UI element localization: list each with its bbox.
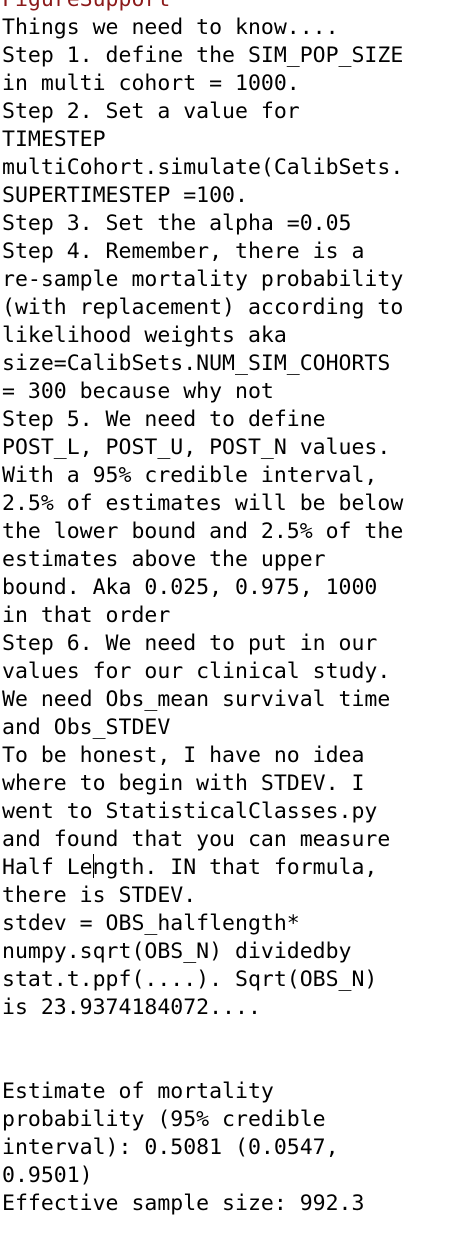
text-line: stat.t.ppf(....). Sqrt(OBS_N) [2,967,378,992]
text-line: Step 1. define the SIM_POP_SIZE [2,43,404,68]
text-line: Step 6. We need to put in our [2,631,378,656]
text-line: size=CalibSets.NUM_SIM_COHORTS [2,351,391,376]
text-line: To be honest, I have no idea [2,743,365,768]
text-after-caret: ngth. IN that formula, [92,855,378,880]
text-line: multiCohort.simulate(CalibSets. [2,155,404,180]
text-line: Step 4. Remember, there is a [2,239,365,264]
text-line: Step 5. We need to define [2,407,326,432]
text-line: 2.5% of estimates will be below [2,491,404,516]
text-line: SUPERTIMESTEP =100. [2,183,248,208]
text-line: With a 95% credible interval, [2,463,378,488]
text-line: values for our clinical study. [2,659,391,684]
text-editor[interactable]: FigureSupport Things we need to know....… [2,0,462,1218]
text-line: and Obs_STDEV [2,715,171,740]
text-line: Effective sample size: 992.3 [2,1191,365,1216]
text-line: there is STDEV. [2,883,197,908]
text-line: Things we need to know.... [2,15,339,40]
text-line: POST_L, POST_U, POST_N values. [2,435,391,460]
text-line: (with replacement) according to [2,295,404,320]
text-line-with-caret: Half Length. IN that formula, [2,854,462,882]
text-line: interval): 0.5081 (0.0547, [2,1135,339,1160]
text-line: 0.9501) [2,1163,93,1188]
text-line: the lower bound and 2.5% of the [2,519,404,544]
text-line: in multi cohort = 1000. [2,71,300,96]
text-line: Step 2. Set a value for [2,99,300,124]
text-line: and found that you can measure [2,827,391,852]
text-line: = 300 because why not [2,379,274,404]
text-line: We need Obs_mean survival time [2,687,391,712]
text-before-caret: Half Le [2,855,93,880]
text-line: likelihood weights aka [2,323,287,348]
text-line: probability (95% credible [2,1107,326,1132]
text-line: bound. Aka 0.025, 0.975, 1000 [2,575,378,600]
text-line: Step 3. Set the alpha =0.05 [2,211,352,236]
text-line: Estimate of mortality [2,1079,274,1104]
text-line: numpy.sqrt(OBS_N) dividedby [2,939,352,964]
document-header: FigureSupport [2,0,462,14]
text-line: went to StatisticalClasses.py [2,799,378,824]
text-line: where to begin with STDEV. I [2,771,365,796]
text-line: TIMESTEP [2,127,106,152]
text-line: re-sample mortality probability [2,267,404,292]
text-line: is 23.9374184072.... [2,995,261,1020]
text-line: in that order [2,603,171,628]
text-line: stdev = OBS_halflength* [2,911,300,936]
text-line: estimates above the upper [2,547,326,572]
